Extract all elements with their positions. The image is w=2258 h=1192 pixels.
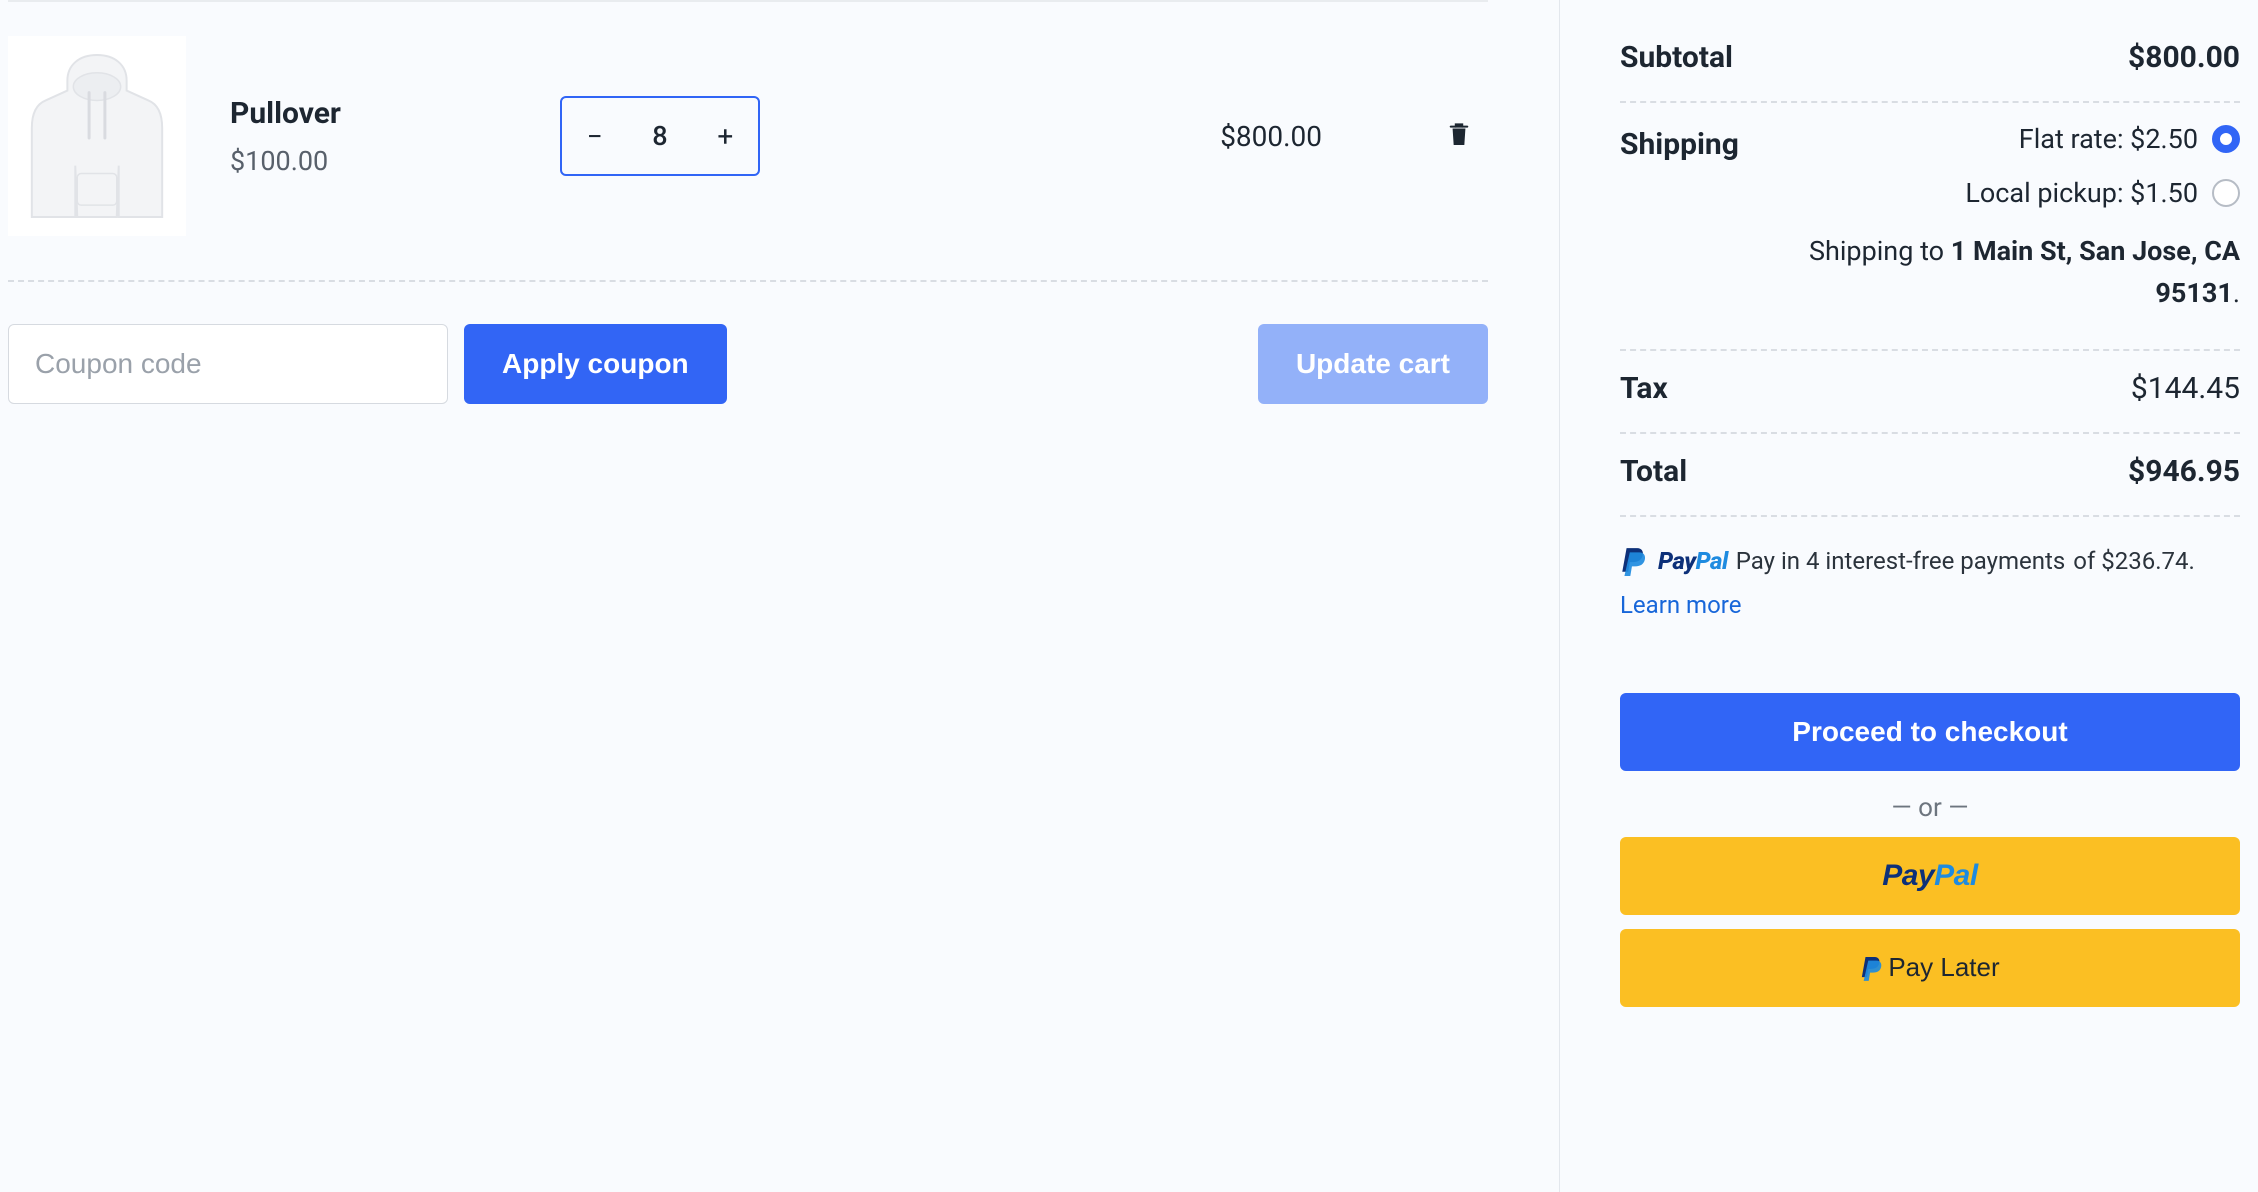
coupon-input[interactable] xyxy=(8,324,448,404)
paylater-button[interactable]: Pay Later xyxy=(1620,929,2240,1007)
radio-unselected-icon xyxy=(2212,179,2240,207)
product-info: Pullover $100.00 xyxy=(230,96,560,177)
update-cart-button[interactable]: Update cart xyxy=(1258,324,1488,404)
product-unit-price: $100.00 xyxy=(230,145,560,177)
subtotal-value: $800.00 xyxy=(2128,40,2240,75)
shipping-options: Flat rate: $2.50 Local pickup: $1.50 Shi… xyxy=(1739,123,2240,315)
cart-item-row: Pullover $100.00 − 8 + $800.00 xyxy=(8,36,1488,282)
shipping-flat-option[interactable]: Flat rate: $2.50 xyxy=(2019,123,2240,155)
shipping-local-option[interactable]: Local pickup: $1.50 xyxy=(1965,177,2240,209)
quantity-stepper: − 8 + xyxy=(560,96,760,176)
shipping-row: Shipping Flat rate: $2.50 Local pickup: … xyxy=(1620,103,2240,351)
tax-row: Tax $144.45 xyxy=(1620,351,2240,434)
paypal-msg-line2: of $236.74. xyxy=(2073,543,2195,579)
paypal-learn-more-link[interactable]: Learn more xyxy=(1620,587,1741,623)
paypal-credit-message: PayPal Pay in 4 interest-free payments o… xyxy=(1620,543,2240,623)
paylater-label: Pay Later xyxy=(1888,952,1999,983)
paypal-button-dark: Pay xyxy=(1882,859,1934,892)
proceed-checkout-button[interactable]: Proceed to checkout xyxy=(1620,693,2240,771)
shipping-label: Shipping xyxy=(1620,123,1739,162)
shipping-to-prefix: Shipping to xyxy=(1809,235,1951,267)
tax-label: Tax xyxy=(1620,371,1668,406)
shipping-local-label: Local pickup: $1.50 xyxy=(1965,177,2198,209)
cart-actions: Apply coupon Update cart xyxy=(8,324,1488,404)
total-label: Total xyxy=(1620,454,1687,489)
paypal-logo-blue: Pal xyxy=(1696,543,1728,579)
or-separator: — or — xyxy=(1620,793,2240,823)
quantity-decrement[interactable]: − xyxy=(570,120,620,153)
total-value: $946.95 xyxy=(2128,454,2240,489)
subtotal-row: Subtotal $800.00 xyxy=(1620,20,2240,103)
radio-selected-icon xyxy=(2212,125,2240,153)
remove-item-button[interactable] xyxy=(1448,121,1470,151)
paypal-msg-line1: Pay in 4 interest-free payments xyxy=(1736,543,2066,579)
line-total: $800.00 xyxy=(1220,120,1322,153)
paypal-logo-dark: Pay xyxy=(1658,543,1696,579)
apply-coupon-button[interactable]: Apply coupon xyxy=(464,324,727,404)
trash-icon xyxy=(1448,121,1470,147)
tax-value: $144.45 xyxy=(2131,371,2240,406)
divider xyxy=(8,0,1488,2)
summary-column: Subtotal $800.00 Shipping Flat rate: $2.… xyxy=(1560,0,2258,1192)
subtotal-label: Subtotal xyxy=(1620,40,1733,75)
quantity-value[interactable]: 8 xyxy=(635,120,685,152)
product-name[interactable]: Pullover xyxy=(230,96,560,131)
paypal-button[interactable]: PayPal xyxy=(1620,837,2240,915)
quantity-increment[interactable]: + xyxy=(700,120,750,153)
hoodie-icon xyxy=(18,47,176,225)
product-image xyxy=(8,36,186,236)
paypal-icon xyxy=(1620,546,1646,576)
shipping-address: Shipping to 1 Main St, San Jose, CA 9513… xyxy=(1739,231,2240,315)
paypal-icon xyxy=(1860,955,1882,981)
total-row: Total $946.95 xyxy=(1620,434,2240,517)
paypal-logo: PayPal xyxy=(1658,543,1728,579)
paypal-button-blue: Pal xyxy=(1934,859,1978,892)
cart-column: Pullover $100.00 − 8 + $800.00 Apply cou… xyxy=(0,0,1560,1192)
shipping-address-value: 1 Main St, San Jose, CA 95131 xyxy=(1951,235,2240,309)
shipping-flat-label: Flat rate: $2.50 xyxy=(2019,123,2198,155)
